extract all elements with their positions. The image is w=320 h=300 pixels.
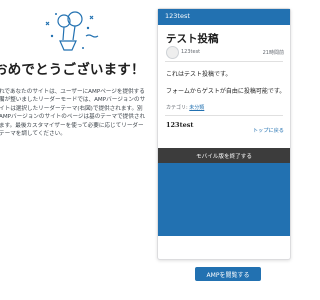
divider: [165, 115, 283, 116]
category-link[interactable]: 未分類: [189, 105, 204, 111]
celebration-balloons-icon: [45, 11, 99, 51]
author-avatar: [166, 46, 179, 59]
preview-footer-band: [158, 163, 290, 236]
post-title[interactable]: テスト投稿: [166, 31, 219, 46]
browse-amp-button[interactable]: AMPを閲覧する: [195, 267, 261, 281]
exit-mobile-version-button[interactable]: モバイル版を終了する: [158, 148, 290, 163]
preview-site-name[interactable]: 123test: [165, 12, 190, 20]
welcome-panel: おめでとうございます！ れであなたのサイトは、ユーザーにAMPページを提供する備…: [0, 0, 150, 300]
divider: [165, 61, 283, 62]
post-time: 21時間前: [262, 50, 284, 56]
preview-header: 123test: [158, 9, 290, 25]
welcome-title: おめでとうございます！: [0, 62, 145, 78]
post-author[interactable]: 123test: [181, 49, 200, 55]
category-label: カテゴリ:: [166, 105, 190, 111]
back-to-top-link[interactable]: トップに戻る: [253, 127, 284, 134]
post-paragraph: フォームからゲストが自由に投稿可能です。: [166, 88, 286, 95]
welcome-description: れであなたのサイトは、ユーザーにAMPページを提供する備が整いましたリーダーモー…: [0, 89, 146, 138]
post-category: カテゴリ: 未分類: [166, 104, 204, 111]
post-paragraph: これはテスト投稿です。: [166, 71, 232, 78]
reader-preview-frame: 123test テスト投稿 123test 21時間前 これはテスト投稿です。 …: [157, 8, 291, 260]
footer-site-name[interactable]: 123test: [166, 121, 193, 129]
